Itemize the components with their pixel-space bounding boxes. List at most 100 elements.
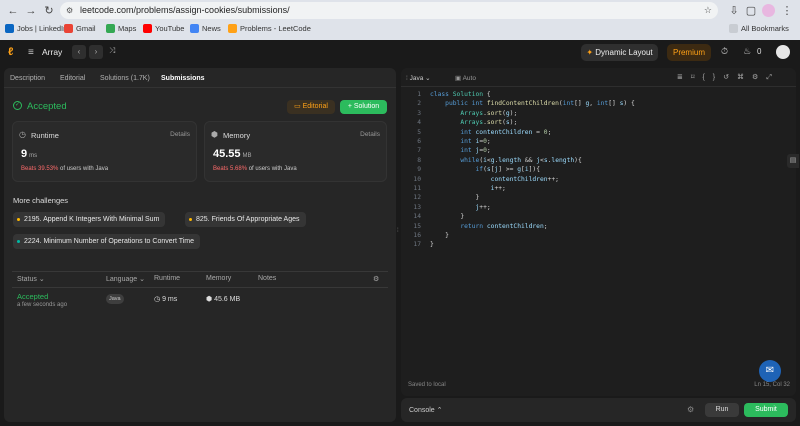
language-select[interactable]: ⁞ Java ⌄ <box>406 74 431 82</box>
runtime-card[interactable]: ◷ Runtime Details 9 ms Beats 39.53% of us… <box>12 121 197 182</box>
shuffle-icon[interactable]: ⤨ <box>109 46 115 56</box>
code-line[interactable]: } <box>430 241 434 248</box>
editorial-button[interactable]: ▭ Editorial <box>287 100 335 114</box>
streak-icon[interactable]: ♨ <box>743 46 751 57</box>
challenge-chip[interactable]: 2224. Minimum Number of Operations to Co… <box>13 234 201 249</box>
site-info-icon[interactable]: ⚙ <box>66 2 73 19</box>
tab-editorial[interactable]: Editorial <box>60 75 85 82</box>
line-number: 11 <box>413 185 421 192</box>
memory-card[interactable]: ⬢ Memory Details 45.55 MB Beats 5.68% of … <box>204 121 387 182</box>
tab-description[interactable]: Description <box>10 75 45 82</box>
settings-icon[interactable]: ⚙ <box>373 275 379 283</box>
leetcode-logo[interactable]: ℓ <box>8 46 19 59</box>
fullscreen-icon[interactable]: ⤢ <box>766 74 780 81</box>
notes-icon[interactable]: ≣ <box>677 74 691 81</box>
forward-icon[interactable]: → <box>24 4 38 18</box>
bookmark-favicon-icon <box>64 24 73 33</box>
tab-solutions[interactable]: Solutions (1.7K) <box>100 75 150 82</box>
code-line[interactable]: if(s[j] >= g[i]){ <box>430 166 541 173</box>
star-icon[interactable]: ☆ <box>704 2 712 19</box>
line-number: 12 <box>413 194 421 202</box>
code-line[interactable]: int contentChildren = 0; <box>430 129 551 136</box>
line-number: 16 <box>413 232 421 239</box>
line-number: 7 <box>417 147 421 155</box>
code-line[interactable]: i++; <box>430 185 506 192</box>
code-line[interactable]: Arrays.sort(s); <box>430 119 517 126</box>
line-number: 17 <box>413 241 421 249</box>
row-runtime: ◷ 9 ms <box>154 296 178 303</box>
code-line[interactable]: int j=0; <box>430 147 490 154</box>
timer-icon[interactable]: ⏱ <box>721 46 728 57</box>
panel-resize-handle[interactable]: ⁞ <box>397 228 399 238</box>
language-column-header[interactable]: Language ⌄ <box>106 275 145 283</box>
all-bookmarks[interactable]: All Bookmarks <box>729 24 789 33</box>
status-column-header[interactable]: Status ⌄ <box>17 275 45 283</box>
run-button[interactable]: Run <box>705 403 739 417</box>
menu-icon[interactable]: ⋮ <box>780 4 794 18</box>
browser-chrome: ← → ↻ ⚙ leetcode.com/problems/assign-coo… <box>0 0 800 40</box>
code-line[interactable]: contentChildren++; <box>430 176 559 183</box>
user-avatar[interactable] <box>776 45 790 59</box>
back-icon[interactable]: ← <box>6 4 20 18</box>
code-line[interactable]: } <box>430 194 479 201</box>
bookmark-item[interactable]: News <box>190 24 221 33</box>
left-panel: Description Editorial Solutions (1.7K) S… <box>4 68 396 422</box>
premium-button[interactable]: Premium <box>667 44 711 61</box>
code-line[interactable]: int i=0; <box>430 138 490 145</box>
chip-icon: ⬢ <box>206 296 215 303</box>
code-line[interactable]: class Solution { <box>430 91 491 98</box>
debug-icon[interactable]: ⚙ <box>687 405 694 414</box>
bookmark-icon[interactable]: ⌑ <box>691 74 703 81</box>
code-line[interactable]: } <box>430 213 464 220</box>
braces-icon[interactable]: {} <box>702 74 723 81</box>
code-line[interactable]: } <box>430 232 449 239</box>
settings-icon[interactable]: ⚙ <box>752 74 766 81</box>
bookmark-item[interactable]: Gmail <box>64 24 96 33</box>
submit-button[interactable]: Submit <box>744 403 788 417</box>
table-row[interactable]: Accepted a few seconds ago Java ◷ 9 ms ⬢… <box>4 288 396 314</box>
bookmark-item[interactable]: Jobs | LinkedIn <box>5 24 67 33</box>
memory-details-link[interactable]: Details <box>360 131 380 138</box>
bookmark-item[interactable]: YouTube <box>143 24 184 33</box>
chat-icon[interactable]: ✉ <box>759 360 781 382</box>
bookmark-favicon-icon <box>190 24 199 33</box>
code-line[interactable]: while(i<g.length && j<s.length){ <box>430 157 581 164</box>
address-bar[interactable]: ⚙ leetcode.com/problems/assign-cookies/s… <box>60 2 718 19</box>
challenge-chip[interactable]: 2195. Append K Integers With Minimal Sum <box>13 212 166 227</box>
row-status[interactable]: Accepted <box>17 292 48 301</box>
prev-problem-button[interactable]: ‹ <box>72 45 86 59</box>
code-line[interactable]: j++; <box>430 204 491 211</box>
tab-submissions[interactable]: Submissions <box>161 75 205 82</box>
code-line[interactable]: return contentChildren; <box>430 223 547 230</box>
shortcut-icon[interactable]: ⌘ <box>737 74 752 81</box>
side-panel-toggle[interactable]: ▤ <box>787 154 799 168</box>
problem-list-title[interactable]: Array <box>42 47 62 57</box>
reload-icon[interactable]: ↻ <box>42 4 56 18</box>
console-toggle[interactable]: Console ⌃ <box>409 406 443 414</box>
runtime-beats: Beats 39.53% <box>21 166 59 172</box>
editor-toolbar: ⁞ Java ⌄ ▣ Auto ≣⌑{}↺⌘⚙⤢ <box>401 68 796 87</box>
runtime-details-link[interactable]: Details <box>170 131 190 138</box>
code-line[interactable]: public int findContentChildren(int[] g, … <box>430 100 635 107</box>
extensions-icon[interactable]: ▢ <box>744 4 758 18</box>
code-line[interactable]: Arrays.sort(g); <box>430 110 517 117</box>
profile-avatar[interactable] <box>762 4 775 17</box>
reset-icon[interactable]: ↺ <box>723 74 737 81</box>
bookmark-item[interactable]: Problems - LeetCode <box>228 24 311 33</box>
dynamic-layout-button[interactable]: ✦ Dynamic Layout <box>581 44 658 61</box>
memory-beats: Beats 5.68% <box>213 166 248 172</box>
bookmark-item[interactable]: Maps <box>106 24 136 33</box>
console-bar: Console ⌃ ⚙ Run Submit <box>401 398 796 422</box>
next-problem-button[interactable]: › <box>89 45 103 59</box>
memory-unit: MB <box>242 153 252 159</box>
solution-button[interactable]: + Solution <box>340 100 387 114</box>
bookmark-favicon-icon <box>5 24 14 33</box>
bookmark-favicon-icon <box>228 24 237 33</box>
line-number: 10 <box>413 175 421 183</box>
challenge-chip[interactable]: 825. Friends Of Appropriate Ages <box>185 212 306 227</box>
left-tabs: Description Editorial Solutions (1.7K) S… <box>4 68 396 88</box>
problem-list-icon[interactable]: ≡ <box>28 47 34 58</box>
line-number: 5 <box>417 128 421 136</box>
downloads-icon[interactable]: ⇩ <box>727 4 741 18</box>
autosave-mode[interactable]: ▣ Auto <box>455 74 476 82</box>
